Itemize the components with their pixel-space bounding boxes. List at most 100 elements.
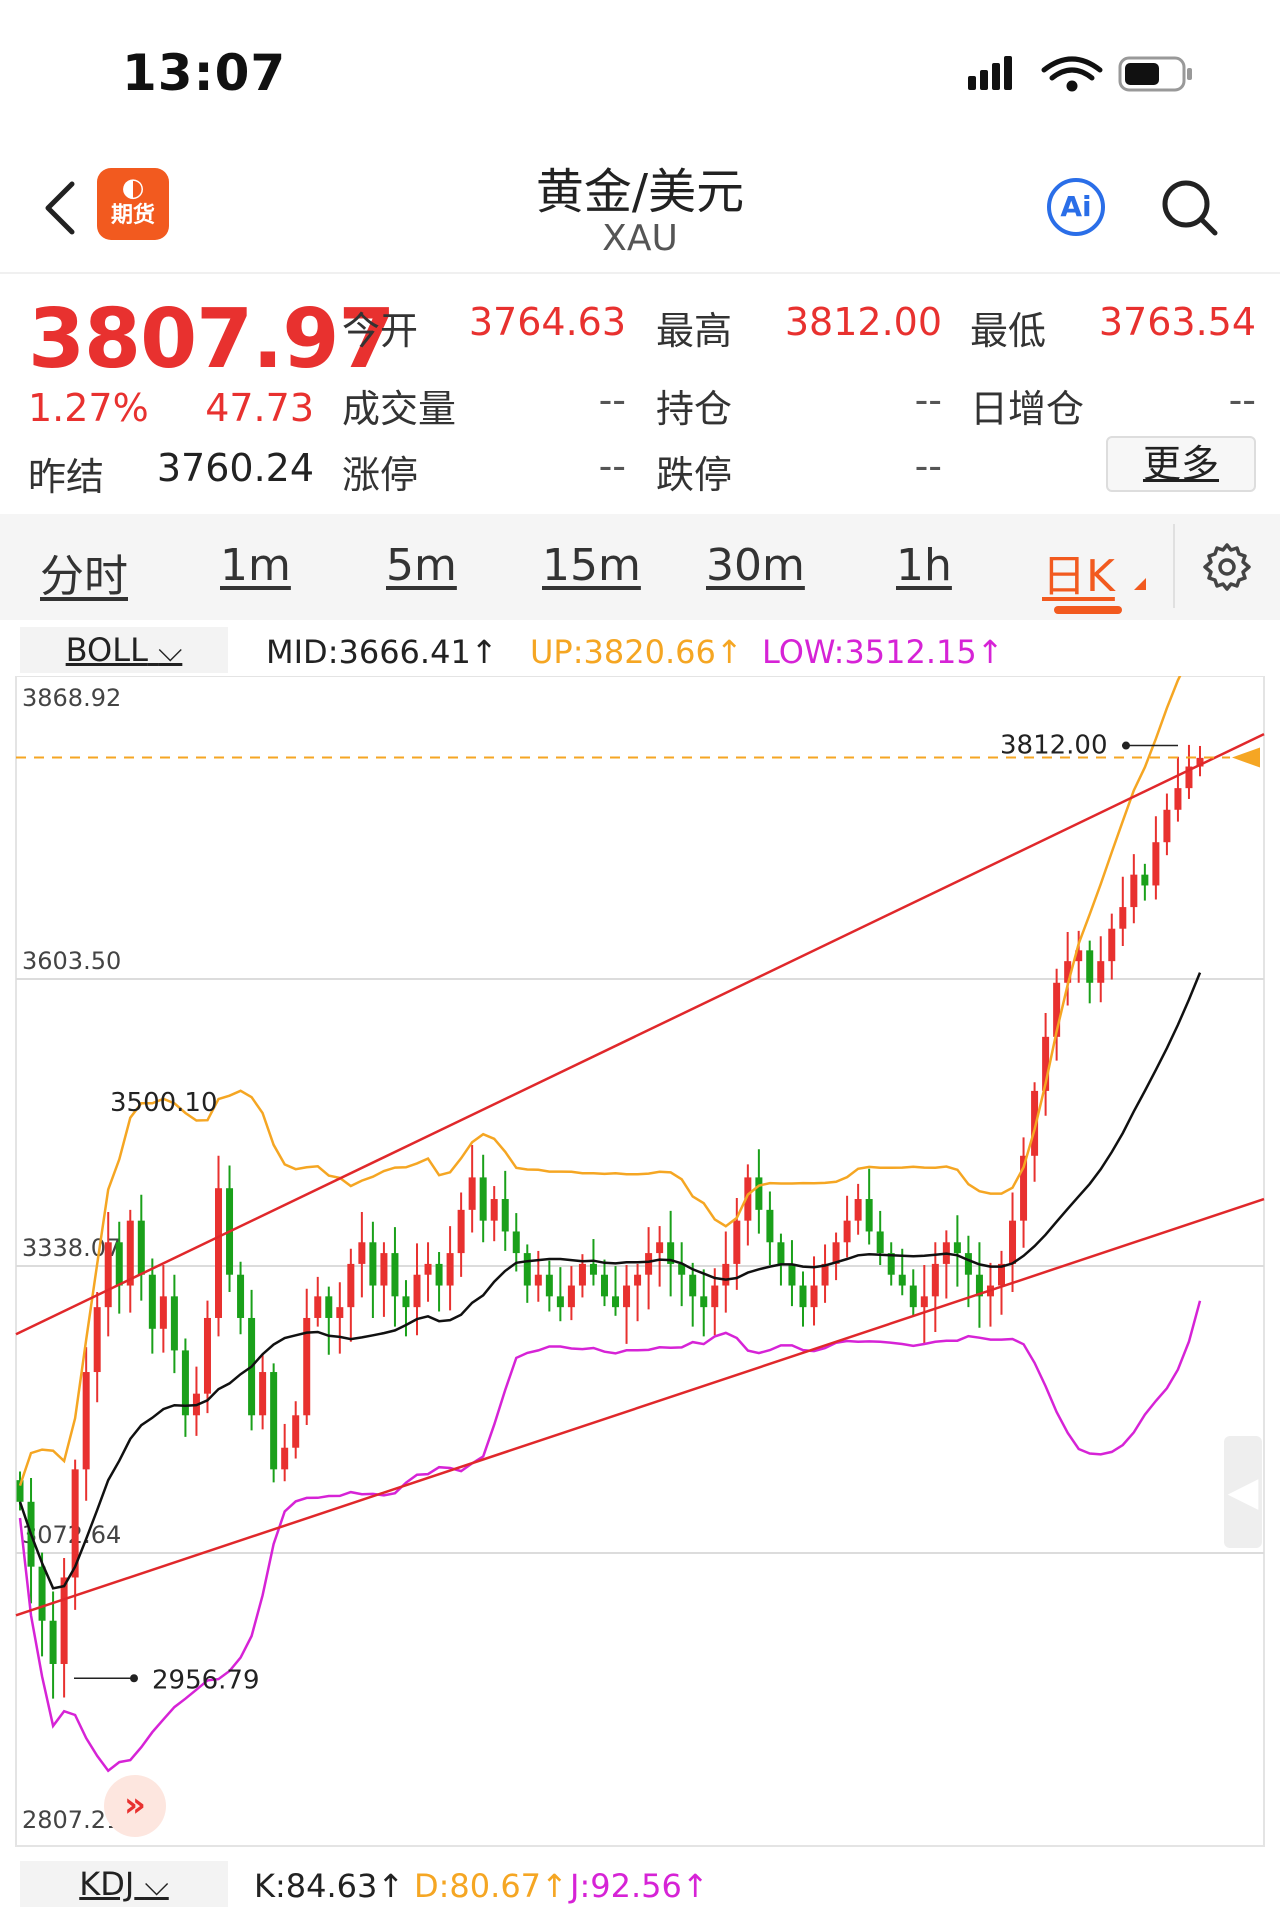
search-icon[interactable] [1160, 178, 1220, 238]
position-label: 持仓 [656, 387, 733, 431]
candle-body [1086, 950, 1094, 983]
limit-up-value: -- [598, 444, 626, 488]
candle-body [148, 1274, 156, 1329]
settings-gear-icon[interactable] [1202, 542, 1252, 592]
tab-30m[interactable]: 30m [706, 540, 805, 591]
tab-15m[interactable]: 15m [542, 540, 641, 591]
kline-chart[interactable]: 3868.923603.503338.073072.642807.213812.… [0, 676, 1280, 1852]
volume-value: -- [598, 378, 626, 422]
candle-body [689, 1274, 697, 1297]
candle-body [115, 1242, 123, 1286]
candle-body [766, 1209, 774, 1243]
candle-body [589, 1263, 597, 1275]
trend-channel-upper [15, 732, 1265, 1336]
candle-body [909, 1285, 917, 1308]
candle-body [60, 1577, 68, 1664]
prev-close-label: 昨结 [28, 455, 105, 499]
candle-body [170, 1296, 178, 1351]
candle-body [126, 1220, 134, 1286]
ai-assistant-button[interactable]: Ai [1047, 178, 1105, 236]
candle-body [369, 1242, 377, 1286]
candle-body [578, 1263, 586, 1286]
tab-1m[interactable]: 1m [220, 540, 291, 591]
candle-body [49, 1620, 57, 1664]
header-divider [0, 272, 1280, 274]
change-percent: 1.27% [28, 386, 149, 430]
candle-body [634, 1274, 642, 1286]
high-annotation-dot [1122, 741, 1130, 750]
chevron-down-icon: ⌵ [144, 1865, 169, 1903]
candle-body [854, 1199, 862, 1221]
candle-body [898, 1274, 906, 1286]
candle-body [623, 1285, 631, 1308]
candle-body [325, 1296, 333, 1318]
candle-body [1141, 874, 1149, 886]
active-tab-indicator [1054, 606, 1122, 614]
candle-body [612, 1296, 620, 1308]
position-value: -- [914, 378, 942, 422]
battery-icon [1118, 56, 1192, 92]
candle-body [468, 1177, 476, 1210]
boll-upper-line [18, 676, 1182, 1487]
tab-daily-k[interactable]: 日K [1042, 540, 1115, 604]
candle-body [347, 1263, 355, 1308]
double-chevron-right-icon: » [124, 1785, 146, 1825]
candle-body [203, 1317, 211, 1394]
fast-forward-button[interactable]: » [104, 1775, 166, 1837]
candle-body [82, 1372, 90, 1470]
candle-body [501, 1199, 509, 1232]
candle-body [457, 1209, 465, 1254]
candle-body [1130, 874, 1138, 908]
open-label: 今开 [342, 309, 419, 353]
kdj-j: J:92.56↑ [570, 1867, 709, 1905]
kdj-d: D:80.67↑ [414, 1867, 568, 1905]
candle-body [545, 1274, 553, 1297]
last-price: 3807.97 [28, 292, 395, 387]
candle-body [600, 1274, 608, 1297]
candle-body [424, 1263, 432, 1275]
boll-mid: MID:3666.41↑ [266, 633, 498, 671]
limit-up-label: 涨停 [342, 453, 419, 497]
candle-body [435, 1263, 443, 1286]
high-value: 3812.00 [784, 300, 942, 344]
candle-body [876, 1231, 884, 1254]
low-annotation-dot [130, 1674, 138, 1683]
candle-body [93, 1307, 101, 1373]
tab-divider [1173, 524, 1175, 608]
candle-body [865, 1199, 873, 1232]
candle-body [964, 1253, 972, 1275]
candle-body [413, 1274, 421, 1308]
daily-inc-label: 日增仓 [970, 387, 1085, 431]
candle-body [733, 1220, 741, 1264]
current-price-marker-icon [1232, 747, 1260, 768]
status-icons [968, 56, 1192, 92]
y-tick-label: 3072.64 [22, 1521, 121, 1549]
high-label: 最高 [656, 309, 733, 353]
candle-body [821, 1263, 829, 1286]
candle-body [1108, 928, 1116, 962]
candle-body [402, 1296, 410, 1308]
chevron-down-icon: ⌵ [158, 631, 183, 669]
boll-up: UP:3820.66↑ [530, 633, 743, 671]
sub-indicator-select[interactable]: KDJ ⌵ [20, 1861, 228, 1907]
candle-body [159, 1296, 167, 1329]
wifi-icon [1041, 56, 1103, 92]
more-button[interactable]: 更多 [1106, 436, 1256, 492]
candle-body [700, 1296, 708, 1308]
tab-1h[interactable]: 1h [896, 540, 952, 591]
side-drawer-handle[interactable]: ◀ [1224, 1436, 1262, 1548]
local-high-label: 3500.10 [110, 1088, 218, 1118]
candle-body [490, 1199, 498, 1221]
daily-inc-value: -- [1228, 378, 1256, 422]
prev-close-value: 3760.24 [156, 446, 314, 490]
boll-low: LOW:3512.15↑ [762, 633, 1004, 671]
low-label: 最低 [970, 309, 1047, 353]
tab-5m[interactable]: 5m [386, 540, 457, 591]
main-indicator-select[interactable]: BOLL ⌵ [20, 627, 228, 673]
change-value: 47.73 [205, 386, 314, 430]
candle-body [1119, 907, 1127, 929]
candle-body [843, 1220, 851, 1243]
tab-intraday[interactable]: 分时 [40, 540, 128, 604]
kdj-k: K:84.63↑ [254, 1867, 405, 1905]
candle-body [556, 1296, 564, 1308]
